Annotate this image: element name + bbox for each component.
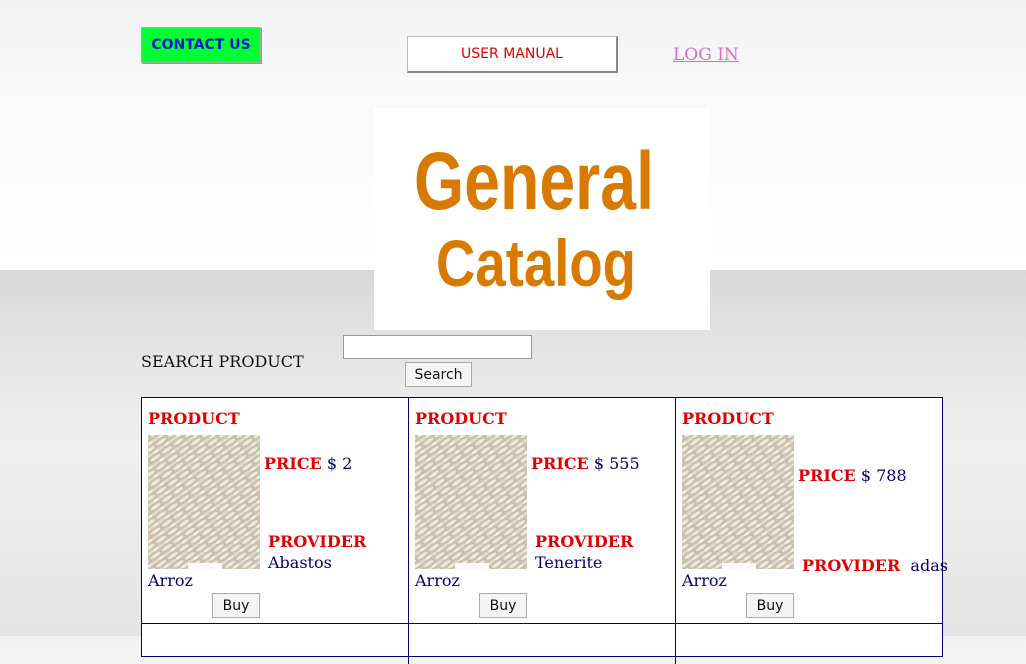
search-button[interactable]: Search	[405, 362, 472, 387]
buy-button[interactable]: Buy	[212, 593, 260, 618]
next-row-cell	[409, 624, 676, 664]
rice-image	[682, 435, 794, 569]
user-manual-button[interactable]: USER MANUAL	[407, 36, 618, 73]
provider-value: Tenerite	[535, 553, 603, 572]
price-label: PRICE	[531, 454, 589, 473]
price-line: PRICE $ 788	[798, 466, 907, 485]
search-label: SEARCH PRODUCT	[141, 352, 304, 371]
search-input[interactable]	[343, 335, 532, 359]
price-label: PRICE	[798, 466, 856, 485]
price-line: PRICE $ 2	[264, 454, 352, 473]
provider-label: PROVIDER	[802, 556, 901, 575]
price-value: $ 555	[593, 454, 640, 473]
provider-value: Abastos	[268, 553, 332, 572]
contact-us-button[interactable]: CONTACT US	[141, 27, 261, 63]
login-link[interactable]: LOG IN	[673, 45, 739, 65]
logo: General Catalog	[374, 108, 710, 330]
product-card: PRODUCT PRICE $ 555 PROVIDER Tenerite Ar…	[409, 398, 676, 624]
product-name: Arroz	[682, 571, 727, 590]
product-card: PRODUCT PRICE $ 2 PROVIDER Abastos Arroz…	[142, 398, 409, 624]
logo-line-2: Catalog	[436, 226, 636, 300]
product-title: PRODUCT	[148, 409, 240, 428]
product-title: PRODUCT	[682, 409, 774, 428]
rice-image	[148, 435, 260, 569]
buy-button[interactable]: Buy	[746, 593, 794, 618]
product-grid: PRODUCT PRICE $ 2 PROVIDER Abastos Arroz…	[141, 397, 948, 664]
next-row-cell	[142, 624, 409, 664]
product-card: PRODUCT PRICE $ 788 PROVIDER adas Arroz …	[676, 398, 948, 624]
rice-image	[415, 435, 527, 569]
logo-line-1: General	[414, 135, 654, 226]
provider-value: adas	[910, 556, 948, 575]
price-label: PRICE	[264, 454, 322, 473]
next-row-cell	[676, 624, 943, 664]
buy-button[interactable]: Buy	[479, 593, 527, 618]
provider-label: PROVIDER	[268, 532, 367, 551]
product-name: Arroz	[148, 571, 193, 590]
price-line: PRICE $ 555	[531, 454, 640, 473]
product-name: Arroz	[415, 571, 460, 590]
price-value: $ 788	[860, 466, 907, 485]
product-title: PRODUCT	[415, 409, 507, 428]
provider-label: PROVIDER	[535, 532, 634, 551]
provider-line: PROVIDER adas	[802, 556, 948, 575]
price-value: $ 2	[326, 454, 353, 473]
